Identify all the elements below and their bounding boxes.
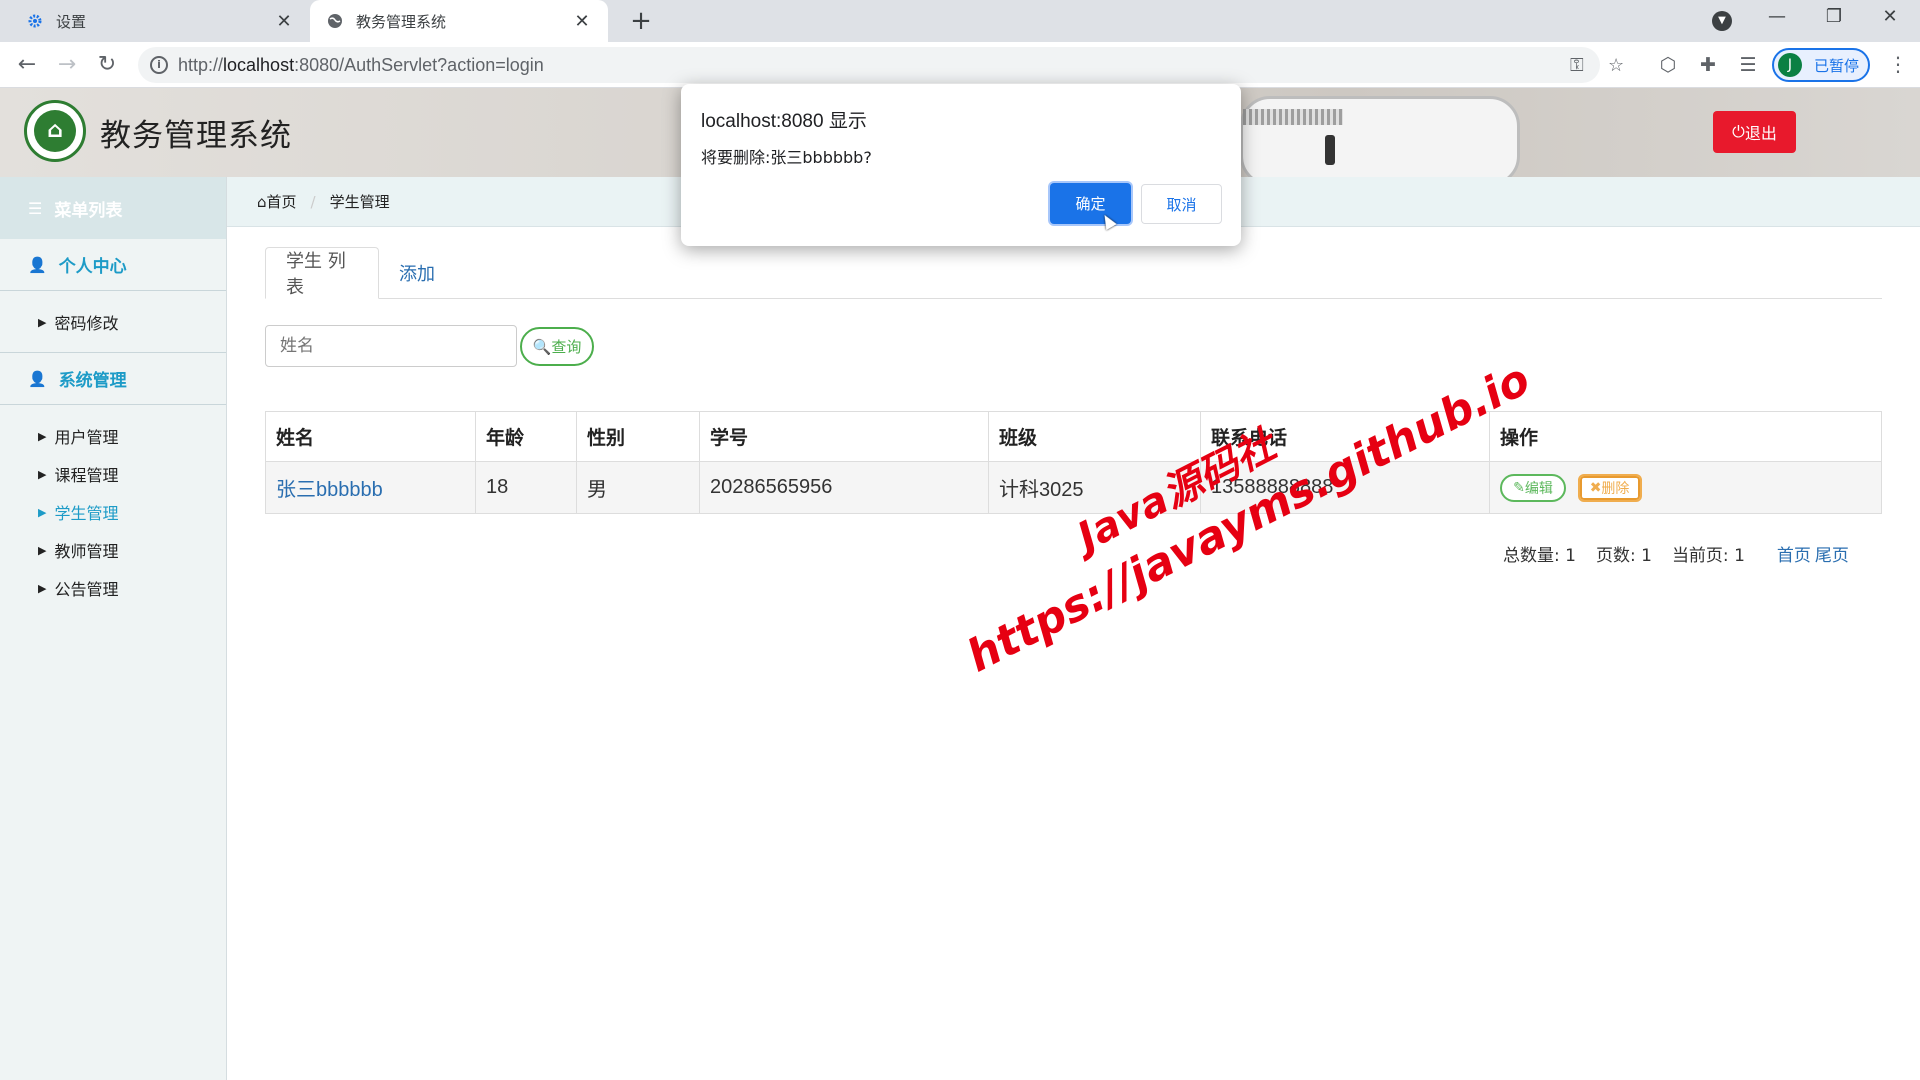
close-icon[interactable]: ✕ bbox=[274, 11, 294, 32]
column-header: 学号 bbox=[699, 411, 989, 462]
browser-toolbar: ← → ↻ i http://localhost:8080/AuthServle… bbox=[0, 42, 1920, 88]
caret-right-icon: ▶ bbox=[38, 467, 47, 481]
list-icon: ☰ bbox=[28, 198, 43, 218]
cancel-button[interactable]: 取消 bbox=[1141, 184, 1222, 224]
university-logo: ⌂ bbox=[24, 100, 86, 162]
confirm-button[interactable]: 确定 bbox=[1050, 183, 1131, 224]
column-header: 姓名 bbox=[265, 411, 476, 462]
sidebar-item-announcements[interactable]: ▶ 公告管理 bbox=[0, 569, 226, 607]
current-page: 当前页: 1 bbox=[1671, 546, 1745, 566]
address-bar[interactable]: i http://localhost:8080/AuthServlet?acti… bbox=[138, 47, 1624, 83]
column-header: 性别 bbox=[576, 411, 700, 462]
browser-tab-title: 教务管理系统 bbox=[356, 12, 447, 31]
minimize-icon[interactable]: — bbox=[1757, 6, 1797, 27]
dialog-title: localhost:8080 显示 bbox=[701, 111, 867, 132]
cell-gender: 男 bbox=[576, 461, 700, 514]
browser-tab-app[interactable]: 教务管理系统 ✕ bbox=[310, 0, 608, 42]
power-icon: ⏻ bbox=[1732, 122, 1745, 141]
sidebar-group-system[interactable]: 👤 系统管理 bbox=[0, 353, 226, 405]
pencil-icon: ✎ bbox=[1513, 479, 1525, 496]
column-header: 操作 bbox=[1489, 411, 1882, 462]
browser-tab-title: 设置 bbox=[56, 12, 87, 31]
close-icon[interactable]: ✕ bbox=[572, 11, 592, 32]
remove-icon: ✖ bbox=[1589, 479, 1602, 496]
sidebar-item-students[interactable]: ▶ 学生管理 bbox=[0, 493, 226, 531]
column-header: 班级 bbox=[988, 411, 1201, 462]
star-icon[interactable]: ☆ bbox=[1608, 55, 1624, 76]
key-icon[interactable]: ⚿ bbox=[1570, 55, 1584, 76]
cell-age: 18 bbox=[475, 461, 577, 514]
globe-icon bbox=[326, 12, 344, 30]
sidebar: ☰ 菜单列表 👤 个人中心 ▶ 密码修改 👤 系统管理 ▶ 用户管理 ▶ 课程管… bbox=[0, 177, 227, 1080]
table-row: 张三bbbbbb 18 男 20286565956 计科3025 1358888… bbox=[265, 461, 1882, 514]
confirm-dialog: localhost:8080 显示 将要删除:张三bbbbbb? 确定 取消 bbox=[681, 84, 1241, 246]
sidebar-item-teachers[interactable]: ▶ 教师管理 bbox=[0, 531, 226, 569]
back-icon[interactable]: ← bbox=[13, 52, 41, 80]
tab-student-list[interactable]: 学生 列表 bbox=[265, 247, 379, 299]
sidebar-header: ☰ 菜单列表 bbox=[0, 177, 226, 239]
caret-right-icon: ▶ bbox=[38, 505, 47, 519]
home-icon[interactable]: ⌂ bbox=[257, 193, 267, 211]
new-tab-button[interactable]: + bbox=[626, 6, 656, 36]
breadcrumb-current: 学生管理 bbox=[329, 193, 390, 211]
caret-right-icon: ▶ bbox=[38, 429, 47, 443]
window-close-icon[interactable]: ✕ bbox=[1870, 6, 1910, 27]
breadcrumb-separator: / bbox=[310, 192, 316, 211]
total-count: 总数量: 1 bbox=[1503, 546, 1576, 566]
puzzle-icon[interactable]: ✚ bbox=[1696, 54, 1720, 76]
main-content: 学生 列表 添加 🔍查询 姓名 年龄 性别 学号 班级 联系电话 操作 张三bb… bbox=[227, 227, 1920, 1080]
sidebar-group-personal[interactable]: 👤 个人中心 bbox=[0, 239, 226, 291]
search-button[interactable]: 🔍 查询 bbox=[520, 327, 594, 366]
column-header: 年龄 bbox=[475, 411, 577, 462]
profile-button[interactable]: J 已暂停 bbox=[1772, 48, 1870, 82]
browser-tab-bar: 设置 ✕ 教务管理系统 ✕ + ▼ — ❐ ✕ bbox=[0, 0, 1920, 42]
student-name-link[interactable]: 张三bbbbbb bbox=[265, 461, 476, 514]
delete-button[interactable]: ✖ 删除 bbox=[1577, 473, 1642, 502]
page-count: 页数: 1 bbox=[1595, 546, 1652, 566]
cell-class: 计科3025 bbox=[988, 461, 1201, 514]
tab-search-icon[interactable]: ▼ bbox=[1712, 11, 1732, 31]
search-icon: 🔍 bbox=[532, 337, 552, 356]
sidebar-item-password[interactable]: ▶ 密码修改 bbox=[0, 303, 226, 341]
logout-button[interactable]: ⏻ 退出 bbox=[1713, 111, 1796, 153]
tab-add[interactable]: 添加 bbox=[379, 247, 455, 299]
user-icon: 👤 bbox=[28, 369, 47, 388]
column-header: 联系电话 bbox=[1200, 411, 1490, 462]
forward-icon[interactable]: → bbox=[53, 52, 81, 80]
extension-shield-icon[interactable]: ⬡ bbox=[1656, 54, 1680, 76]
name-search-input[interactable] bbox=[265, 325, 517, 367]
caret-right-icon: ▶ bbox=[38, 315, 47, 329]
url-text: http://localhost:8080/AuthServlet?action… bbox=[178, 55, 544, 75]
sidebar-item-users[interactable]: ▶ 用户管理 bbox=[0, 417, 226, 455]
header-decoration bbox=[1240, 96, 1520, 177]
dialog-message: 将要删除:张三bbbbbb? bbox=[701, 148, 872, 167]
table-header-row: 姓名 年龄 性别 学号 班级 联系电话 操作 bbox=[265, 411, 1882, 462]
app-title: 教务管理系统 bbox=[100, 118, 292, 154]
more-menu-icon[interactable]: ⋮ bbox=[1888, 52, 1908, 76]
profile-status: 已暂停 bbox=[1814, 56, 1860, 75]
first-page-link[interactable]: 首页 bbox=[1777, 541, 1811, 566]
cell-actions: ✎ 编辑 ✖ 删除 bbox=[1489, 461, 1882, 514]
student-table: 姓名 年龄 性别 学号 班级 联系电话 操作 张三bbbbbb 18 男 202… bbox=[265, 411, 1882, 514]
reload-icon[interactable]: ↻ bbox=[93, 52, 121, 80]
breadcrumb-home[interactable]: 首页 bbox=[267, 191, 297, 212]
pagination: 总数量: 1 页数: 1 当前页: 1 首页 尾页 bbox=[1503, 541, 1883, 566]
edit-button[interactable]: ✎ 编辑 bbox=[1500, 473, 1566, 502]
restore-icon[interactable]: ❐ bbox=[1814, 6, 1854, 27]
browser-tab-settings[interactable]: 设置 ✕ bbox=[0, 0, 310, 42]
cell-phone: 13588888888 bbox=[1200, 461, 1490, 514]
sidebar-item-courses[interactable]: ▶ 课程管理 bbox=[0, 455, 226, 493]
gear-icon bbox=[26, 12, 44, 30]
media-queue-icon[interactable]: ☰ bbox=[1736, 54, 1760, 76]
info-icon[interactable]: i bbox=[150, 56, 168, 74]
avatar: J bbox=[1778, 53, 1802, 77]
last-page-link[interactable]: 尾页 bbox=[1815, 541, 1849, 566]
user-icon: 👤 bbox=[28, 255, 47, 274]
caret-right-icon: ▶ bbox=[38, 543, 47, 557]
content-tabs: 学生 列表 添加 bbox=[265, 247, 1882, 299]
caret-right-icon: ▶ bbox=[38, 581, 47, 595]
cell-student-id: 20286565956 bbox=[699, 461, 989, 514]
